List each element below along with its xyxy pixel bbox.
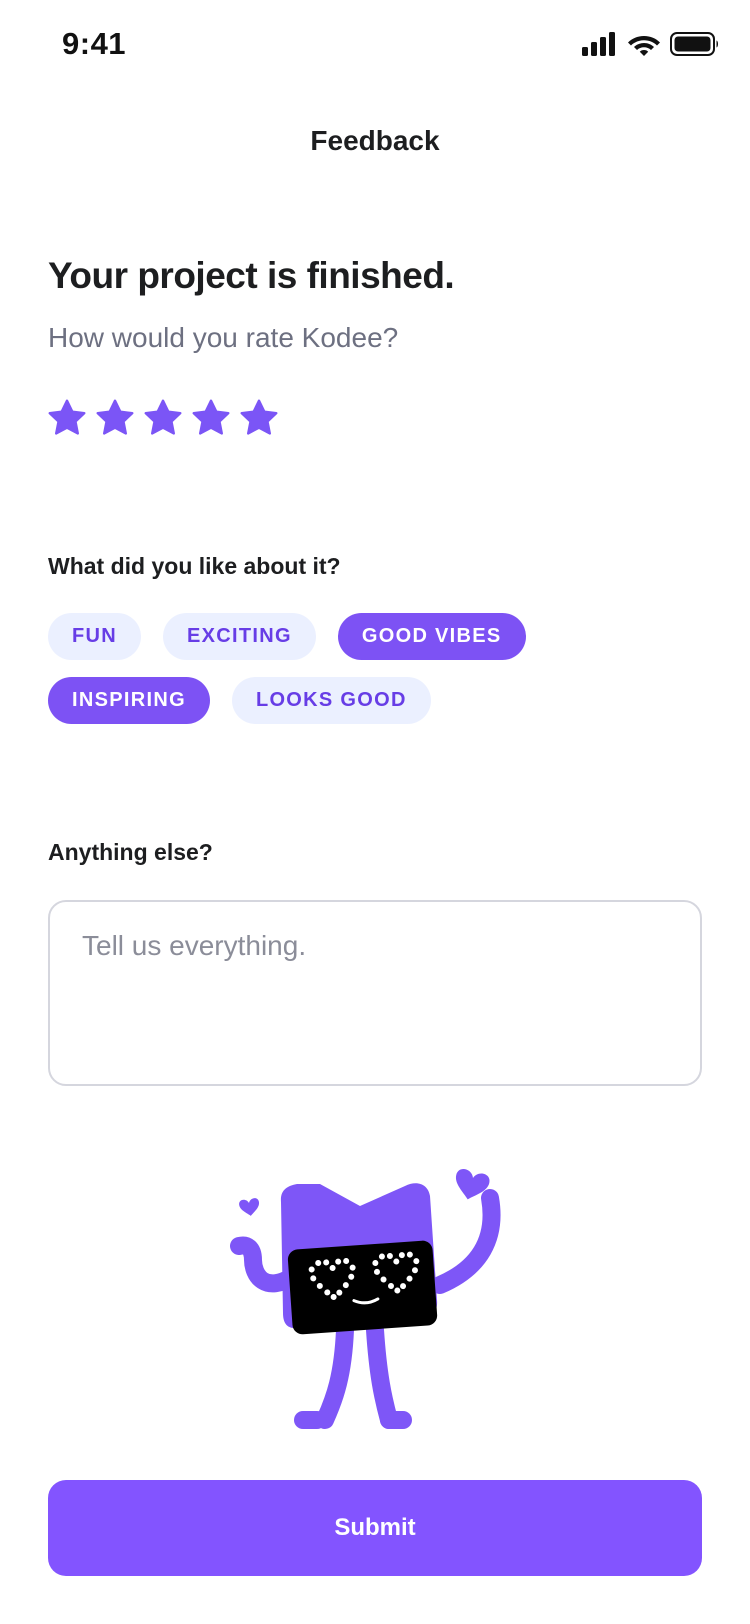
- rating-prompt: How would you rate Kodee?: [48, 322, 399, 353]
- star-rating: [47, 398, 279, 438]
- star-icon[interactable]: [239, 398, 279, 438]
- chip-fun[interactable]: FUN: [48, 613, 142, 660]
- likes-label: What did you like about it?: [48, 553, 341, 579]
- submit-button[interactable]: Submit: [48, 1480, 702, 1576]
- comment-label: Anything else?: [48, 839, 213, 865]
- comment-input[interactable]: [48, 900, 702, 1086]
- status-time: 9:41: [62, 26, 127, 61]
- chip-looks-good[interactable]: LOOKS GOOD: [231, 677, 431, 724]
- likes-chip-group: FUN EXCITING GOOD VIBES INSPIRING LOOKS …: [48, 613, 708, 724]
- star-icon[interactable]: [47, 398, 87, 438]
- status-bar: 9:41: [0, 0, 750, 92]
- star-icon[interactable]: [143, 398, 183, 438]
- cellular-signal-icon: [582, 32, 615, 56]
- page-title: Feedback: [310, 125, 440, 156]
- battery-icon: [670, 32, 718, 56]
- chip-good-vibes[interactable]: GOOD VIBES: [337, 613, 526, 660]
- star-icon[interactable]: [191, 398, 231, 438]
- chip-inspiring[interactable]: INSPIRING: [48, 677, 210, 724]
- headline: Your project is finished.: [48, 255, 455, 296]
- wifi-icon: [628, 36, 660, 56]
- status-icons: [582, 32, 720, 56]
- chip-exciting[interactable]: EXCITING: [163, 613, 316, 660]
- star-icon[interactable]: [95, 398, 135, 438]
- kodee-mascot-illustration: [230, 1169, 501, 1429]
